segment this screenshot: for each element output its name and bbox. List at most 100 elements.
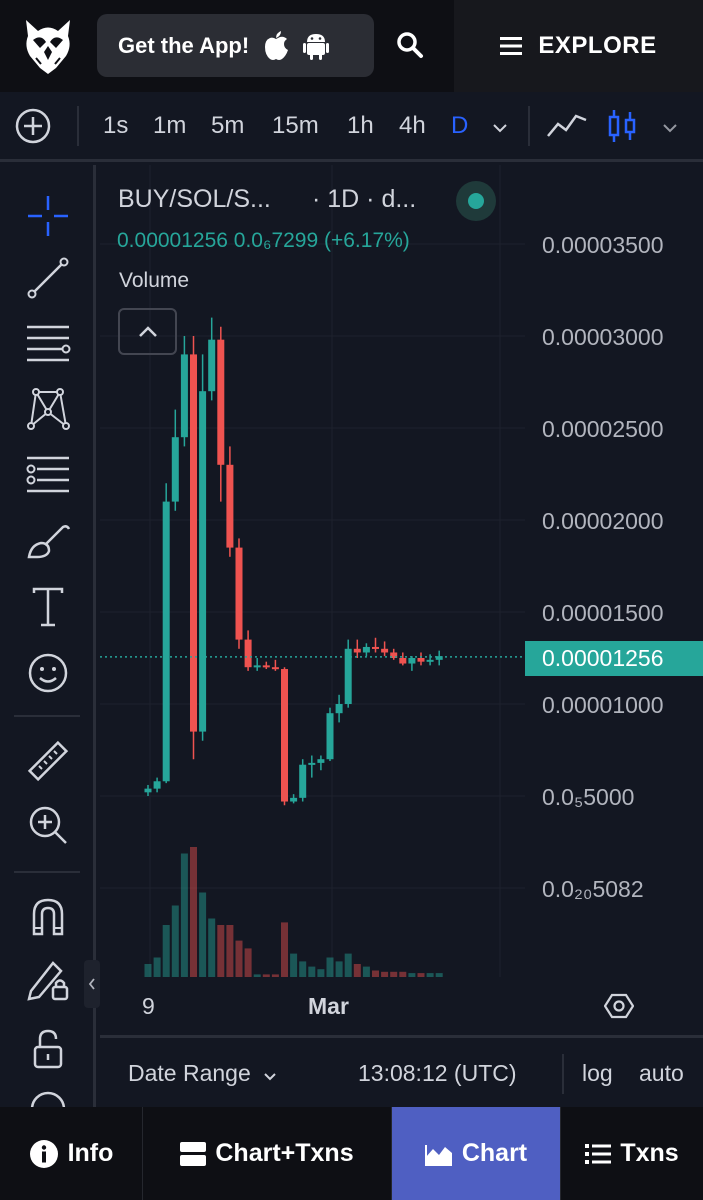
candle-body <box>417 658 425 662</box>
explore-label: EXPLORE <box>538 32 657 59</box>
volume-bar <box>344 953 352 977</box>
trend-line-icon <box>27 257 69 299</box>
get-app-button[interactable]: Get the App! <box>97 14 374 77</box>
toolbar-divider <box>77 106 79 146</box>
nav-info[interactable]: Info <box>0 1107 143 1200</box>
app-root: Get the App! EXPLORE 1s 1m 5m 15m 1h 4h … <box>0 0 703 1200</box>
timeframe-dropdown[interactable] <box>492 120 508 138</box>
forecast-tool[interactable] <box>24 450 72 498</box>
volume-bar <box>226 925 234 977</box>
timeframe-d[interactable]: D <box>451 112 468 140</box>
candles-button[interactable] <box>607 108 637 149</box>
date-range-button[interactable]: Date Range <box>128 1060 277 1087</box>
chart-bottom-bar: Date Range 13:08:12 (UTC) log auto <box>100 1035 703 1107</box>
collapse-toolbar-button[interactable] <box>84 960 100 1008</box>
owl-logo[interactable] <box>0 0 96 92</box>
timeframe-4h[interactable]: 4h <box>399 112 426 140</box>
nav-chart[interactable]: Chart <box>392 1107 561 1200</box>
timeframe-1h[interactable]: 1h <box>347 112 374 140</box>
xabcd-pattern-icon <box>27 388 70 430</box>
timeframe-5m[interactable]: 5m <box>211 112 244 140</box>
candles <box>144 317 443 806</box>
text-tool[interactable] <box>24 583 72 631</box>
nav-chart-txns-label: Chart+Txns <box>215 1139 354 1167</box>
candle-body <box>271 667 279 670</box>
volume-bar <box>208 918 216 977</box>
log-scale-toggle[interactable]: log <box>582 1060 613 1087</box>
crosshair-tool[interactable] <box>24 192 72 240</box>
volume-bar <box>353 964 361 977</box>
lock-drawing-tool[interactable] <box>24 956 72 1004</box>
candle-body <box>171 437 179 502</box>
volume-bar <box>235 940 243 977</box>
emoji-tool[interactable] <box>24 649 72 697</box>
timeframe-1s[interactable]: 1s <box>103 112 128 140</box>
volume-bar <box>290 953 298 977</box>
visibility-tool[interactable] <box>24 1087 72 1107</box>
chevron-down-icon <box>663 124 677 133</box>
volume-bar <box>217 925 225 977</box>
measure-tool[interactable] <box>24 737 72 785</box>
candle-body <box>153 781 161 789</box>
fib-tool[interactable] <box>24 319 72 367</box>
price-tick: 0.00003000 <box>542 324 664 350</box>
explore-button[interactable]: EXPLORE <box>454 0 703 92</box>
legend-symbol[interactable]: BUY/SOL/S... <box>118 185 271 214</box>
search-icon <box>397 32 423 58</box>
brush-tool[interactable] <box>24 517 72 565</box>
candle-body <box>362 646 370 653</box>
volume-bar <box>317 969 325 977</box>
current-price-label: 0.00001256 <box>525 641 703 676</box>
area-chart-icon <box>424 1144 452 1166</box>
price-tick: 0.0₅5000 <box>542 784 635 810</box>
volume-bars <box>144 847 443 977</box>
eye-icon <box>30 1091 66 1107</box>
volume-bar <box>253 974 261 977</box>
candle-body <box>281 669 288 802</box>
market-status-indicator[interactable] <box>456 181 496 221</box>
magnet-tool[interactable] <box>24 892 72 940</box>
chart-settings-button[interactable] <box>603 991 635 1026</box>
nav-txns[interactable]: Txns <box>561 1107 703 1200</box>
candle-body <box>372 646 379 649</box>
volume-bar <box>326 957 334 977</box>
search-button[interactable] <box>385 20 435 70</box>
nav-chart-txns[interactable]: Chart+Txns <box>143 1107 392 1200</box>
candle-body <box>226 464 234 548</box>
candlestick-icon <box>608 110 636 142</box>
line-chart-button[interactable] <box>546 110 588 145</box>
candlestick-chart[interactable] <box>100 165 703 1107</box>
date-range-label: Date Range <box>128 1060 251 1086</box>
candle-body <box>299 764 307 798</box>
bottom-divider <box>562 1054 564 1094</box>
auto-scale-toggle[interactable]: auto <box>639 1060 684 1087</box>
toolbar-divider <box>14 871 80 873</box>
trend-line-tool[interactable] <box>24 254 72 302</box>
lock-all-tool[interactable] <box>24 1025 72 1073</box>
nav-info-label: Info <box>67 1139 114 1167</box>
candle-body <box>426 659 434 662</box>
toolbar-divider <box>14 715 80 717</box>
add-symbol-button[interactable] <box>14 107 52 150</box>
volume-bar <box>435 973 443 977</box>
zoom-tool[interactable] <box>24 801 72 849</box>
legend-volume-label[interactable]: Volume <box>119 269 189 293</box>
pattern-tool[interactable] <box>24 384 72 432</box>
volume-bar <box>180 853 188 977</box>
text-icon <box>32 587 64 627</box>
timeframe-1m[interactable]: 1m <box>153 112 186 140</box>
price-tick: 0.00003500 <box>542 232 664 258</box>
toolbar-divider <box>528 106 530 146</box>
candle-body <box>235 547 243 640</box>
drawing-toolbar <box>0 165 96 1107</box>
candle-body <box>262 665 270 668</box>
nav-chart-label: Chart <box>461 1139 528 1167</box>
legend-collapse-button[interactable] <box>118 308 177 355</box>
timeframe-15m[interactable]: 15m <box>272 112 319 140</box>
utc-clock[interactable]: 13:08:12 (UTC) <box>358 1060 517 1087</box>
top-header: Get the App! EXPLORE <box>0 0 703 92</box>
chart-type-dropdown[interactable] <box>662 120 678 138</box>
chart-pane[interactable]: BUY/SOL/S... · 1D · d... 0.00001256 0.0₆… <box>100 165 703 1107</box>
chevron-up-icon <box>138 325 157 337</box>
chevron-down-icon <box>264 1073 276 1081</box>
